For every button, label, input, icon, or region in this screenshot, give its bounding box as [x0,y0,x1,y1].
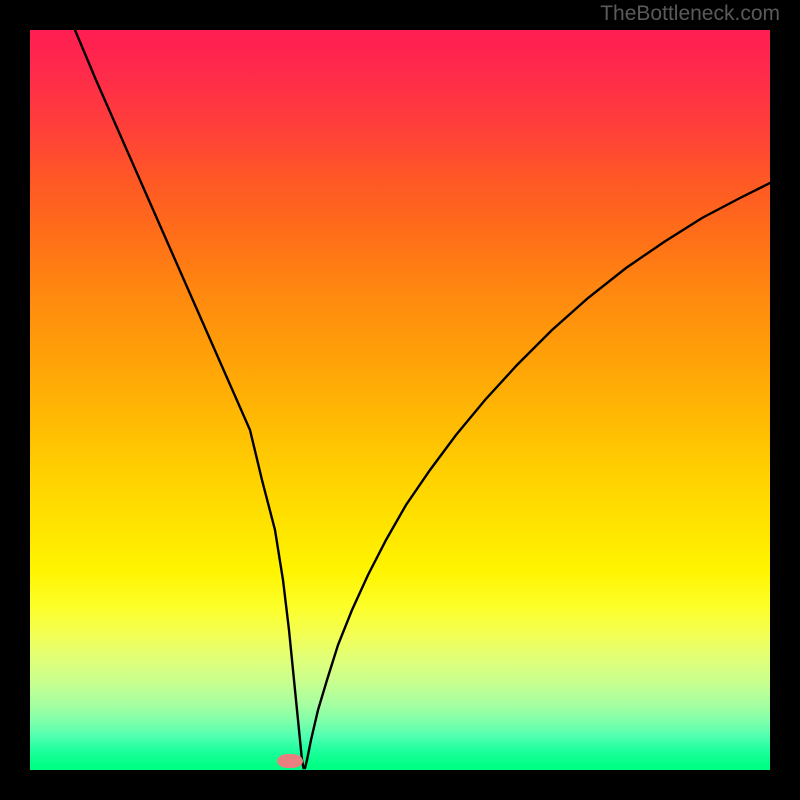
bottleneck-curve [30,30,770,770]
attribution-watermark: TheBottleneck.com [600,2,780,26]
optimal-marker [277,754,303,768]
chart-plot-area [30,30,770,770]
